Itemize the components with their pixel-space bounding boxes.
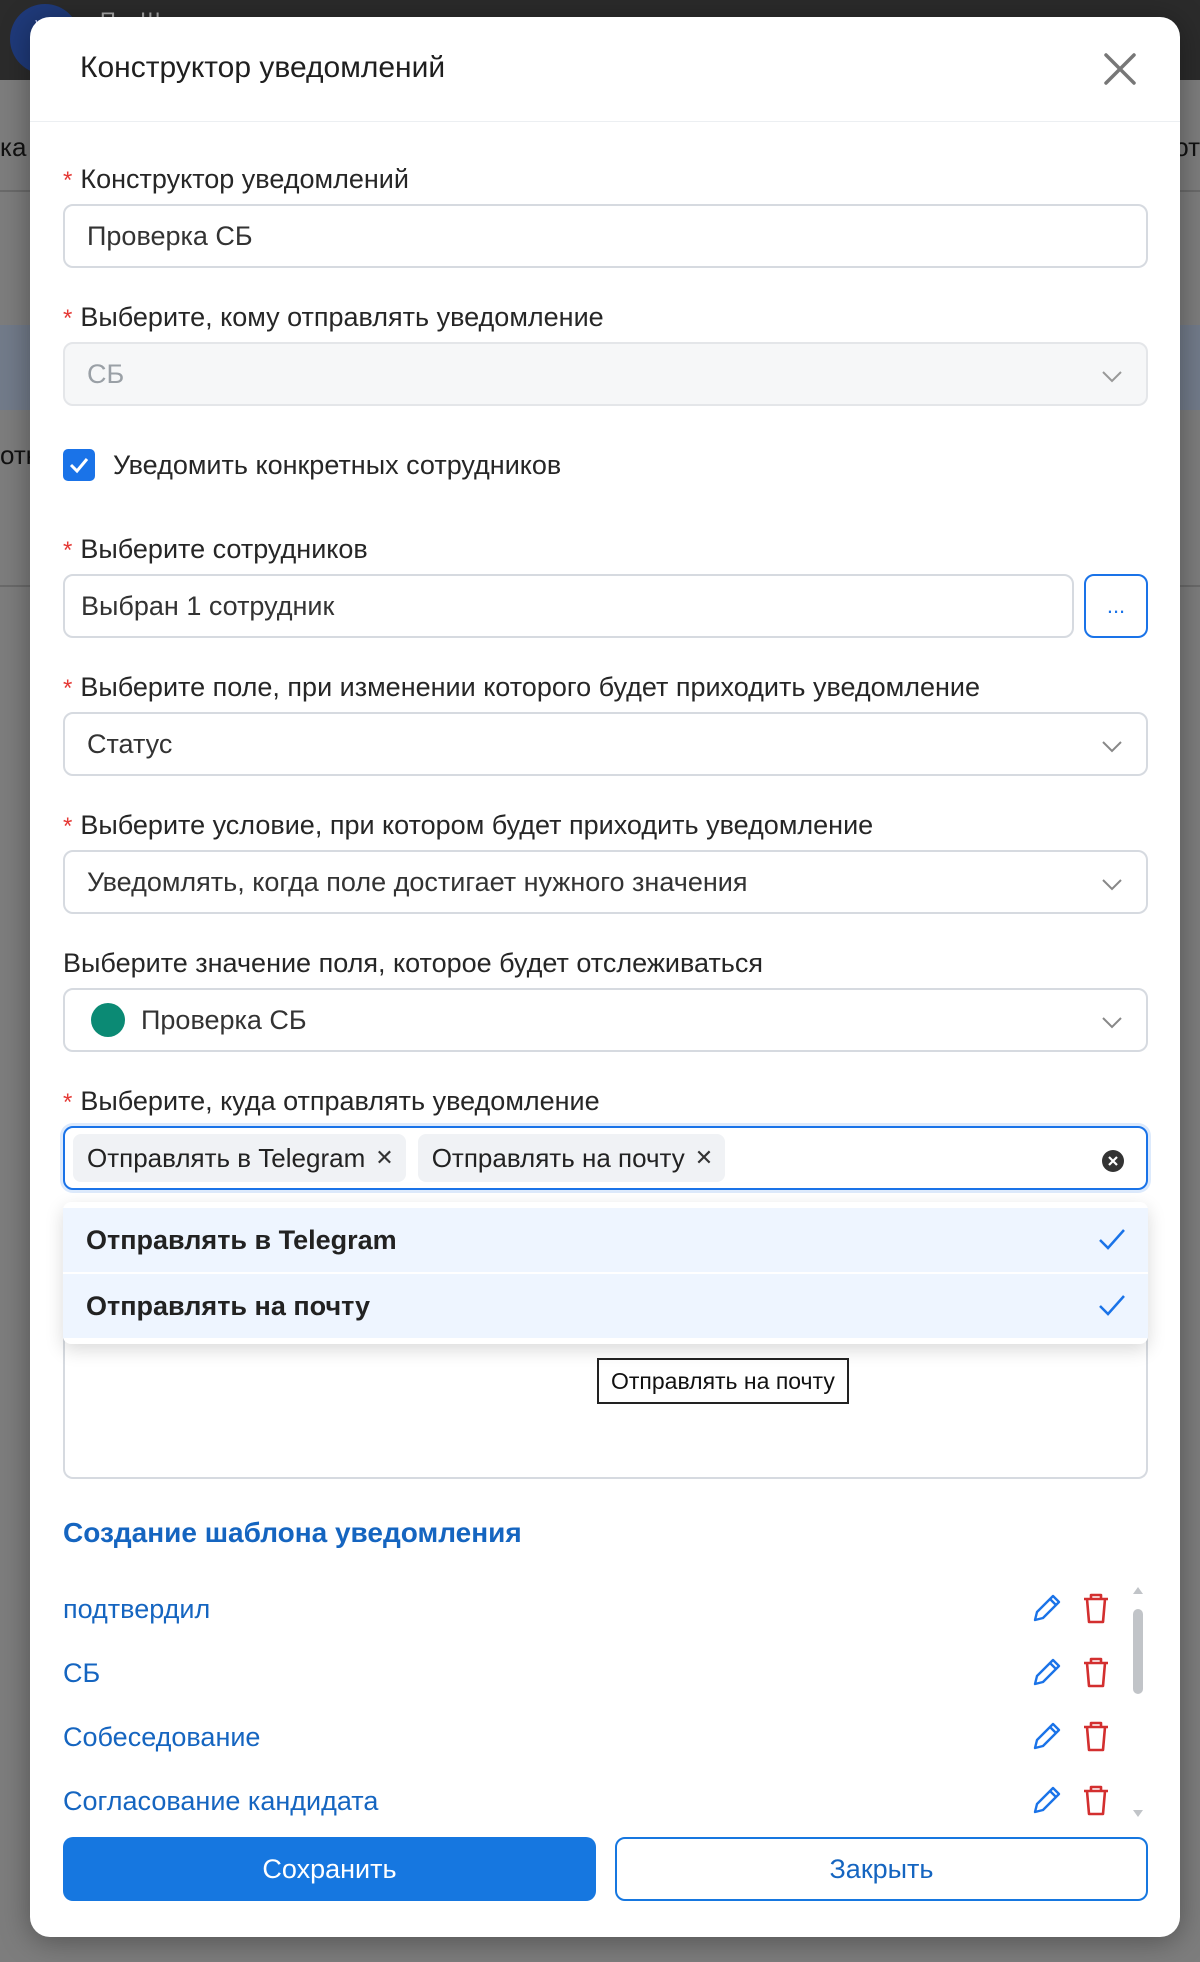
list-item: Собеседование <box>63 1705 1148 1769</box>
background-text-fragment: ка <box>0 132 27 162</box>
remove-tag-icon[interactable]: ✕ <box>375 1145 393 1171</box>
trash-icon[interactable] <box>1080 1591 1112 1625</box>
name-field: * Конструктор уведомлений Проверка СБ <box>63 162 1148 268</box>
condition-select[interactable]: Уведомлять, когда поле достигает нужного… <box>63 850 1148 914</box>
chevron-down-icon <box>1102 741 1122 753</box>
remove-tag-icon[interactable]: ✕ <box>695 1145 713 1171</box>
check-icon <box>1099 1229 1125 1250</box>
check-icon <box>69 458 89 474</box>
employees-picker-button[interactable]: ... <box>1084 574 1148 638</box>
employees-input[interactable]: Выбран 1 сотрудник <box>63 574 1074 638</box>
tooltip: Отправлять на почту <box>597 1358 849 1404</box>
scroll-down-icon[interactable] <box>1133 1810 1143 1817</box>
destination-field: * Выберите, куда отправлять уведомление О… <box>63 1084 1148 1190</box>
notify-specific-row[interactable]: Уведомить конкретных сотрудников <box>63 449 561 481</box>
field-value-field: Выберите значение поля, которое будет от… <box>63 946 1148 1052</box>
pencil-icon[interactable] <box>1030 1783 1062 1817</box>
list-item: СБ <box>63 1641 1148 1705</box>
field-change-label: * Выберите поле, при изменении которого б… <box>63 672 981 702</box>
template-link[interactable]: подтвердил <box>63 1594 210 1625</box>
field-value-select[interactable]: Проверка СБ <box>63 988 1148 1052</box>
templates-list: подтвердил СБ Собеседование Согласование… <box>63 1577 1148 1837</box>
recipient-label: * Выберите, кому отправлять уведомление <box>63 302 604 332</box>
employees-label: * Выберите сотрудников <box>63 534 368 564</box>
close-icon[interactable] <box>1098 47 1142 91</box>
modal-header: Конструктор уведомлений <box>30 17 1180 122</box>
modal-title: Конструктор уведомлений <box>80 51 446 84</box>
notify-specific-checkbox[interactable] <box>63 449 95 481</box>
chevron-down-icon <box>1102 879 1122 891</box>
pencil-icon[interactable] <box>1030 1655 1062 1689</box>
trash-icon[interactable] <box>1080 1655 1112 1689</box>
field-change-field: * Выберите поле, при изменении которого б… <box>63 670 1148 776</box>
tag-telegram: Отправлять в Telegram ✕ <box>73 1134 406 1182</box>
option-telegram[interactable]: Отправлять в Telegram <box>63 1208 1148 1272</box>
trash-icon[interactable] <box>1080 1719 1112 1753</box>
name-label: * Конструктор уведомлений <box>63 164 409 194</box>
condition-field: * Выберите условие, при котором будет при… <box>63 808 1148 914</box>
recipient-field: * Выберите, кому отправлять уведомление С… <box>63 300 1148 406</box>
option-email[interactable]: Отправлять на почту <box>63 1274 1148 1338</box>
employees-field: * Выберите сотрудников Выбран 1 сотрудник… <box>63 532 1148 638</box>
template-link[interactable]: СБ <box>63 1658 100 1689</box>
check-icon <box>1099 1295 1125 1316</box>
chevron-down-icon <box>1102 371 1122 383</box>
scroll-up-icon[interactable] <box>1133 1587 1143 1594</box>
notify-specific-label: Уведомить конкретных сотрудников <box>113 449 562 480</box>
destination-multiselect[interactable]: Отправлять в Telegram ✕ Отправлять на поч… <box>63 1126 1148 1190</box>
condition-label: * Выберите условие, при котором будет при… <box>63 810 874 840</box>
field-change-select[interactable]: Статус <box>63 712 1148 776</box>
tag-email: Отправлять на почту ✕ <box>417 1134 726 1182</box>
field-value-label: Выберите значение поля, которое будет от… <box>63 948 763 978</box>
template-link[interactable]: Согласование кандидата <box>63 1786 378 1817</box>
template-link[interactable]: Собеседование <box>63 1722 260 1753</box>
trash-icon[interactable] <box>1080 1783 1112 1817</box>
pencil-icon[interactable] <box>1030 1591 1062 1625</box>
name-input[interactable]: Проверка СБ <box>63 204 1148 268</box>
save-button[interactable]: Сохранить <box>63 1837 596 1901</box>
clear-icon[interactable] <box>1100 1148 1126 1174</box>
destination-label: * Выберите, куда отправлять уведомление <box>63 1086 600 1116</box>
scroll-thumb[interactable] <box>1133 1609 1143 1694</box>
list-item: подтвердил <box>63 1577 1148 1641</box>
recipient-select[interactable]: СБ <box>63 342 1148 406</box>
list-item: Согласование кандидата <box>63 1769 1148 1833</box>
templates-section-title: Создание шаблона уведомления <box>63 1517 522 1548</box>
pencil-icon[interactable] <box>1030 1719 1062 1753</box>
destination-dropdown: Отправлять в Telegram Отправлять на почт… <box>63 1202 1148 1344</box>
status-color-dot <box>91 1003 125 1037</box>
templates-scrollbar[interactable] <box>1133 1577 1146 1817</box>
modal-footer: Сохранить Закрыть <box>63 1837 1148 1901</box>
close-button[interactable]: Закрыть <box>615 1837 1148 1901</box>
notification-builder-modal: Конструктор уведомлений * Конструктор уве… <box>30 17 1180 1937</box>
chevron-down-icon <box>1102 1017 1122 1029</box>
